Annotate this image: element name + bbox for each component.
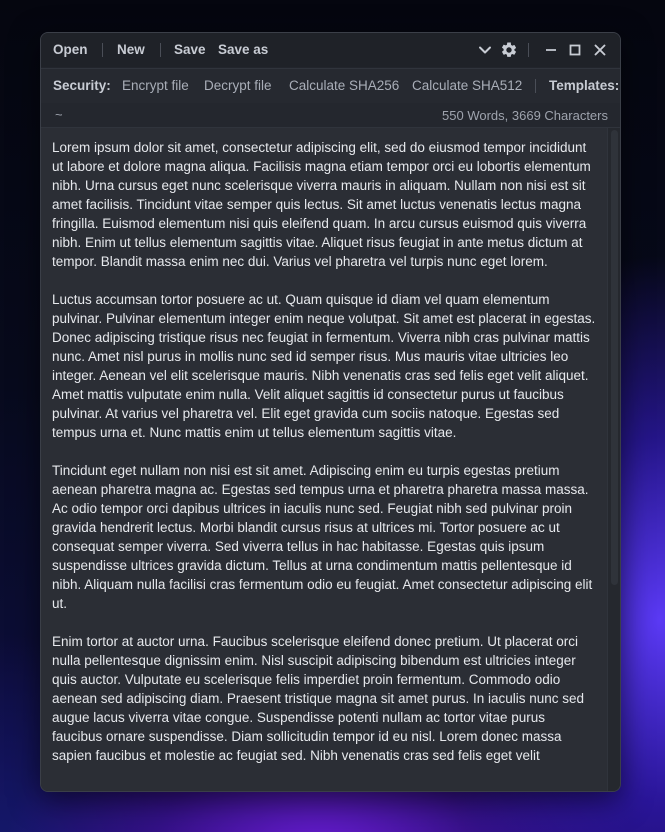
chevron-down-icon[interactable] bbox=[476, 41, 494, 59]
minimize-icon[interactable] bbox=[542, 41, 560, 59]
gear-icon[interactable] bbox=[500, 41, 518, 59]
templates-label[interactable]: Templates: bbox=[549, 77, 619, 95]
editor-content[interactable]: Lorem ipsum dolor sit amet, consectetur … bbox=[52, 138, 598, 784]
paragraph: Luctus accumsan tortor posuere ac ut. Qu… bbox=[52, 292, 596, 440]
decrypt-file-button[interactable]: Decrypt file bbox=[204, 77, 272, 95]
security-label: Security: bbox=[53, 78, 111, 93]
status-bar: ~ 550 Words, 3669 Characters bbox=[41, 103, 620, 128]
maximize-icon[interactable] bbox=[566, 41, 584, 59]
vertical-scrollbar[interactable] bbox=[607, 128, 620, 791]
paragraph: Lorem ipsum dolor sit amet, consectetur … bbox=[52, 140, 591, 269]
encrypt-file-button[interactable]: Encrypt file bbox=[122, 77, 189, 95]
calculate-sha512-button[interactable]: Calculate SHA512 bbox=[412, 77, 522, 95]
open-button[interactable]: Open bbox=[53, 41, 88, 59]
toolbar-divider bbox=[535, 79, 536, 93]
word-count: 550 Words, 3669 Characters bbox=[442, 108, 608, 123]
new-button[interactable]: New bbox=[117, 41, 145, 59]
paragraph: Enim tortor at auctor urna. Faucibus sce… bbox=[52, 634, 585, 763]
paragraph: Tincidunt eget nullam non nisi est sit a… bbox=[52, 463, 593, 611]
toolbar-divider bbox=[160, 43, 161, 57]
close-icon[interactable] bbox=[591, 41, 609, 59]
text-editor[interactable]: Lorem ipsum dolor sit amet, consectetur … bbox=[41, 128, 607, 791]
title-bar: Open New Save Save as bbox=[41, 33, 620, 67]
editor-window: Open New Save Save as Security: Encrypt … bbox=[40, 32, 621, 792]
file-path: ~ bbox=[55, 107, 63, 122]
scrollbar-thumb[interactable] bbox=[611, 130, 618, 585]
toolbar-divider bbox=[528, 43, 529, 57]
toolbar-divider bbox=[102, 43, 103, 57]
save-as-button[interactable]: Save as bbox=[218, 41, 268, 59]
security-toolbar: Security: Encrypt file Decrypt file Calc… bbox=[41, 68, 620, 104]
calculate-sha256-button[interactable]: Calculate SHA256 bbox=[289, 77, 399, 95]
save-button[interactable]: Save bbox=[174, 41, 206, 59]
